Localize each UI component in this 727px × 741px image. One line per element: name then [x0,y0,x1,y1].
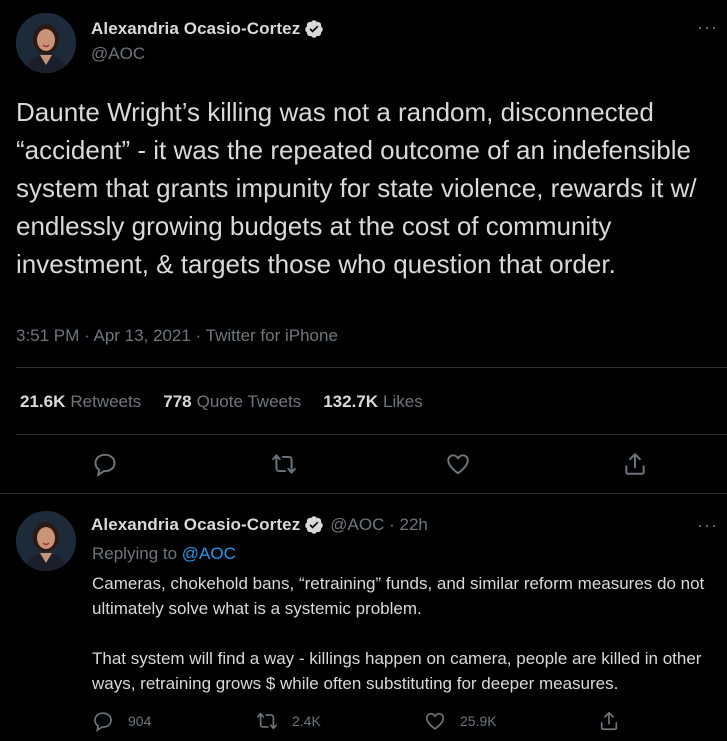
tweet-text: Daunte Wright’s killing was not a random… [16,97,704,279]
avatar[interactable] [16,13,76,73]
avatar-image [16,13,76,73]
divider [16,434,727,435]
like-count: 25.9K [460,713,497,729]
like-icon [425,712,445,730]
author-handle[interactable]: @AOC [91,44,145,64]
section-divider [0,493,727,494]
main-tweet: Alexandria Ocasio-Cortez @AOC ··· Daunte… [0,0,727,493]
tweet-timestamp-source[interactable]: 3:51 PM · Apr 13, 2021 · Twitter for iPh… [16,326,338,346]
retweet-count: 2.4K [292,713,321,729]
reply-count: 904 [128,713,152,729]
verified-badge-icon [304,515,324,535]
more-options-icon[interactable]: ··· [697,18,718,36]
replying-to-label: Replying to [92,544,178,563]
reply-avatar[interactable] [16,511,76,571]
share-icon [600,711,618,731]
likes-label: Likes [383,392,423,411]
quote-tweets-count: 778 [163,392,192,411]
retweets-count: 21.6K [20,392,66,411]
replying-to-handle-link[interactable]: @AOC [182,544,236,563]
reply-share-button[interactable] [598,710,634,732]
retweets-stat[interactable]: 21.6K Retweets [20,392,141,412]
reply-icon[interactable] [92,451,118,477]
share-icon[interactable] [622,451,648,477]
likes-stat[interactable]: 132.7K Likes [323,392,423,412]
tweet-stats: 21.6K Retweets 778 Quote Tweets 132.7K Like… [20,392,445,412]
quote-tweets-stat[interactable]: 778 Quote Tweets [163,392,301,412]
retweet-icon [257,712,277,730]
like-icon[interactable] [445,451,471,477]
quote-tweets-label: Quote Tweets [196,392,302,411]
reply-tweet-text: Cameras, chokehold bans, “retraining” fu… [92,574,705,693]
divider [16,367,727,368]
replying-to: Replying to @AOC [92,544,236,564]
verified-badge-icon [304,19,324,39]
reply-icon [94,712,112,732]
author-name-row: Alexandria Ocasio-Cortez [91,19,324,39]
reply-more-options-icon[interactable]: ··· [697,516,718,534]
reply-action-bar: 904 2.4K 25.9K [0,708,727,734]
reply-like-button[interactable]: 25.9K [424,710,497,732]
retweets-label: Retweets [70,392,142,411]
avatar-image [16,511,76,571]
retweet-icon[interactable] [271,451,297,477]
author-display-name[interactable]: Alexandria Ocasio-Cortez [91,19,300,39]
reply-retweet-button[interactable]: 2.4K [256,710,321,732]
reply-author-row: Alexandria Ocasio-Cortez @AOC · 22h [91,515,428,535]
reply-author-display-name[interactable]: Alexandria Ocasio-Cortez [91,515,300,535]
reply-handle-time[interactable]: @AOC · 22h [330,515,428,535]
reply-reply-button[interactable]: 904 [92,710,151,732]
likes-count: 132.7K [323,392,379,411]
